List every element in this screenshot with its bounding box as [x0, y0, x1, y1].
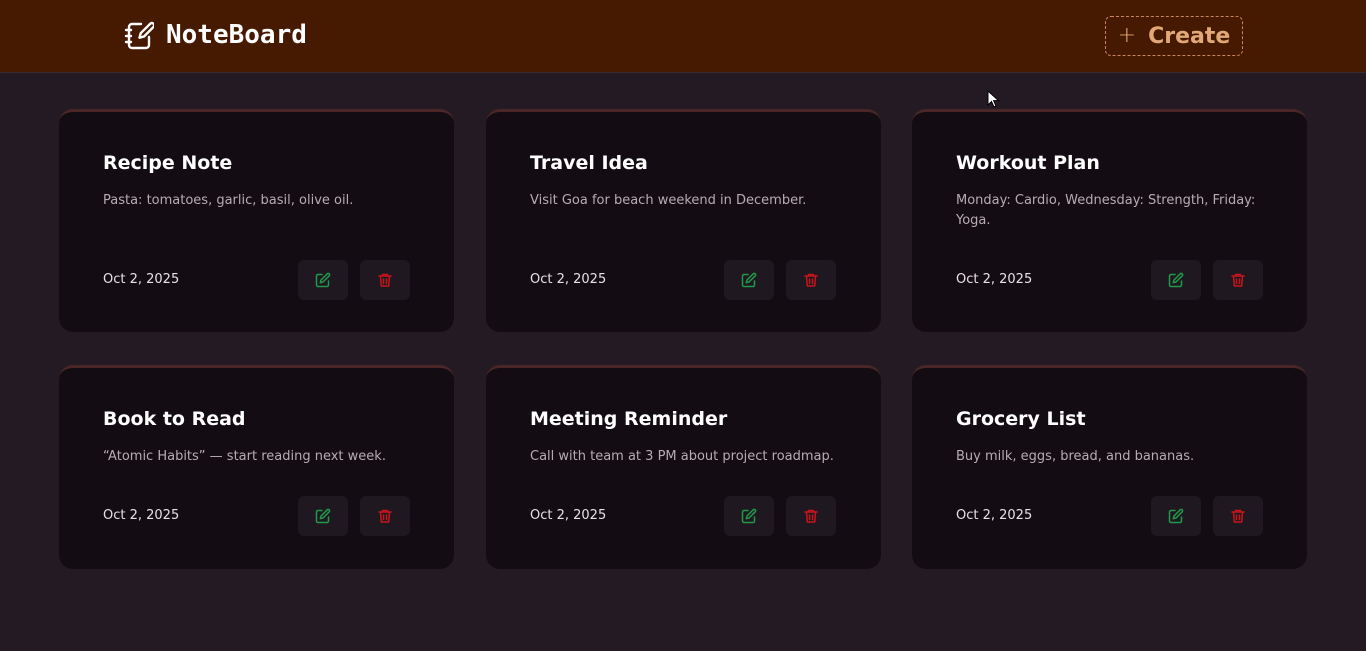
notebook-pen-icon [124, 21, 154, 50]
note-title: Grocery List [956, 408, 1086, 430]
note-body: Buy milk, eggs, bread, and bananas. [956, 449, 1195, 464]
note-card: Meeting Reminder Call with team at 3 PM … [486, 365, 881, 569]
note-card: Grocery List Buy milk, eggs, bread, and … [912, 365, 1307, 569]
note-date: Oct 2, 2025 [103, 272, 180, 287]
delete-note-button[interactable] [1213, 496, 1263, 536]
note-title: Meeting Reminder [530, 408, 728, 430]
edit-icon [315, 508, 331, 524]
note-date: Oct 2, 2025 [530, 272, 607, 287]
delete-note-button[interactable] [1213, 260, 1263, 300]
note-date: Oct 2, 2025 [956, 272, 1033, 287]
trash-icon [804, 273, 818, 287]
note-body: Monday: Cardio, Wednesday: Strength, Fri… [956, 193, 1256, 228]
edit-note-button[interactable] [1151, 496, 1201, 536]
note-card: Travel Idea Visit Goa for beach weekend … [486, 109, 881, 332]
edit-icon [741, 508, 757, 524]
plus-icon: + [1117, 23, 1137, 48]
trash-icon [804, 509, 818, 523]
edit-note-button[interactable] [724, 260, 774, 300]
edit-note-button[interactable] [724, 496, 774, 536]
note-date: Oct 2, 2025 [530, 508, 607, 523]
edit-icon [315, 272, 331, 288]
app-title: NoteBoard [166, 20, 307, 50]
mouse-cursor-icon [987, 90, 1000, 108]
brand[interactable]: NoteBoard [124, 19, 307, 51]
edit-icon [1168, 272, 1184, 288]
note-body: Pasta: tomatoes, garlic, basil, olive oi… [103, 193, 354, 208]
delete-note-button[interactable] [360, 496, 410, 536]
edit-note-button[interactable] [1151, 260, 1201, 300]
note-title: Book to Read [103, 408, 246, 430]
edit-icon [741, 272, 757, 288]
note-title: Workout Plan [956, 152, 1100, 174]
note-card: Workout Plan Monday: Cardio, Wednesday: … [912, 109, 1307, 332]
trash-icon [1231, 273, 1245, 287]
note-date: Oct 2, 2025 [956, 508, 1033, 523]
trash-icon [378, 273, 392, 287]
trash-icon [1231, 509, 1245, 523]
create-button-label: Create [1148, 23, 1231, 49]
note-date: Oct 2, 2025 [103, 508, 180, 523]
delete-note-button[interactable] [360, 260, 410, 300]
note-body: “Atomic Habits” — start reading next wee… [103, 449, 386, 464]
note-body: Visit Goa for beach weekend in December. [530, 193, 807, 208]
delete-note-button[interactable] [786, 260, 836, 300]
create-button[interactable]: + Create [1105, 16, 1243, 56]
edit-note-button[interactable] [298, 496, 348, 536]
edit-icon [1168, 508, 1184, 524]
note-title: Travel Idea [530, 152, 648, 174]
app-header: NoteBoard + Create [0, 0, 1366, 73]
edit-note-button[interactable] [298, 260, 348, 300]
note-card: Book to Read “Atomic Habits” — start rea… [59, 365, 454, 569]
delete-note-button[interactable] [786, 496, 836, 536]
note-card: Recipe Note Pasta: tomatoes, garlic, bas… [59, 109, 454, 332]
trash-icon [378, 509, 392, 523]
note-title: Recipe Note [103, 152, 233, 174]
note-body: Call with team at 3 PM about project roa… [530, 449, 834, 464]
